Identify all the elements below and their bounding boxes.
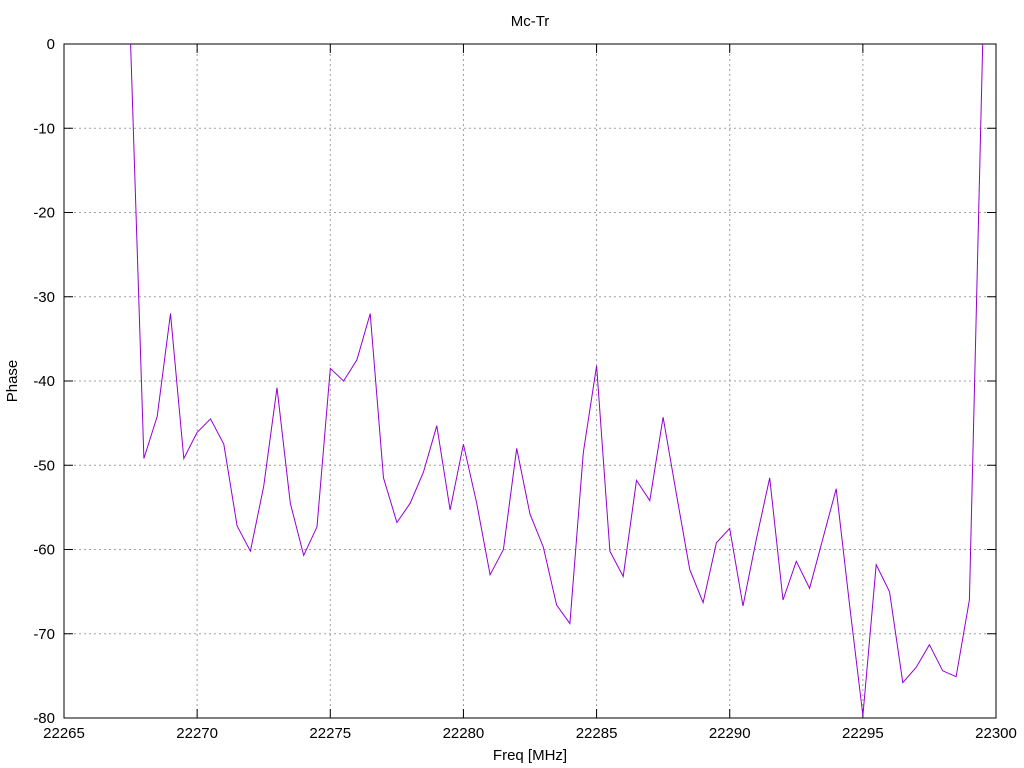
y-tick-label: -50 <box>33 457 55 474</box>
y-tick-label: -20 <box>33 205 55 222</box>
x-tick-label: 22295 <box>842 725 884 742</box>
y-tick-label: 0 <box>47 36 55 53</box>
grid-lines <box>64 44 996 718</box>
x-tick-label: 22290 <box>709 725 751 742</box>
x-tick-labels: 22265 22270 22275 22280 22285 22290 22295 22300 <box>43 725 1017 742</box>
y-tick-labels: 0 -10 -20 -30 -40 -50 -60 -70 -80 <box>33 36 55 727</box>
y-tick-label: -40 <box>33 373 55 390</box>
y-axis-label: Phase <box>4 360 21 403</box>
y-tick-label: -30 <box>33 289 55 306</box>
x-axis-label: Freq [MHz] <box>493 747 567 764</box>
y-tick-label: -60 <box>33 542 55 559</box>
x-tick-label: 22275 <box>309 725 351 742</box>
y-tick-label: -70 <box>33 626 55 643</box>
x-tick-label: 22270 <box>176 725 218 742</box>
phase-series-line <box>130 43 984 716</box>
y-tick-label: -10 <box>33 120 55 137</box>
line-chart: 22265 22270 22275 22280 22285 22290 22295 22300… <box>4 13 1017 764</box>
x-tick-label: 22285 <box>576 725 618 742</box>
y-tick-label: -80 <box>33 710 55 727</box>
x-tick-label: 22265 <box>43 725 85 742</box>
x-tick-label: 22300 <box>975 725 1017 742</box>
x-tick-label: 22280 <box>443 725 485 742</box>
chart-title: Mc-Tr <box>511 13 550 30</box>
